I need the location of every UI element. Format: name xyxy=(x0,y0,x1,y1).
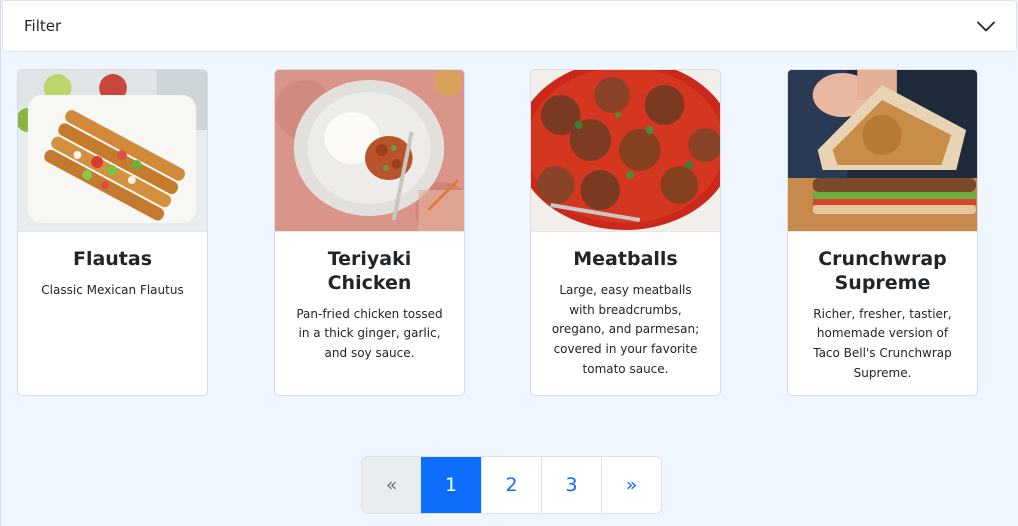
pagination-page-2[interactable]: 2 xyxy=(481,457,541,513)
meatballs-image xyxy=(531,70,720,232)
pagination: « 1 2 3 » xyxy=(361,456,662,514)
flautas-image xyxy=(18,70,207,232)
filter-toggle[interactable]: Filter xyxy=(2,0,1017,52)
filter-label: Filter xyxy=(24,17,62,35)
card-title: Teriyaki Chicken xyxy=(327,248,412,294)
card-title: Crunchwrap Supreme xyxy=(818,248,947,294)
recipe-card[interactable]: Flautas Classic Mexican Flautus xyxy=(17,69,208,396)
card-title: Flautas xyxy=(72,248,153,270)
crunchwrap-image xyxy=(788,70,977,232)
recipe-card[interactable]: Teriyaki Chicken Pan-fried chicken tosse… xyxy=(274,69,465,396)
recipe-card[interactable]: Meatballs Large, easy meatballs with bre… xyxy=(530,69,721,396)
pagination-next[interactable]: » xyxy=(601,457,661,513)
chevron-down-icon[interactable] xyxy=(976,16,996,36)
recipe-card[interactable]: Crunchwrap Supreme Richer, fresher, tast… xyxy=(787,69,978,396)
pagination-page-3[interactable]: 3 xyxy=(541,457,601,513)
card-description: Large, easy meatballs with breadcrumbs, … xyxy=(551,282,700,376)
pagination-previous[interactable]: « xyxy=(362,457,421,513)
pagination-page-1[interactable]: 1 xyxy=(421,457,481,513)
card-description: Pan-fried chicken tossed in a thick ging… xyxy=(296,306,443,361)
card-title: Meatballs xyxy=(573,248,678,270)
card-description: Classic Mexican Flautus xyxy=(41,282,184,297)
teriyaki-chicken-image xyxy=(275,70,464,232)
card-description: Richer, fresher, tastier, homemade versi… xyxy=(813,306,952,380)
